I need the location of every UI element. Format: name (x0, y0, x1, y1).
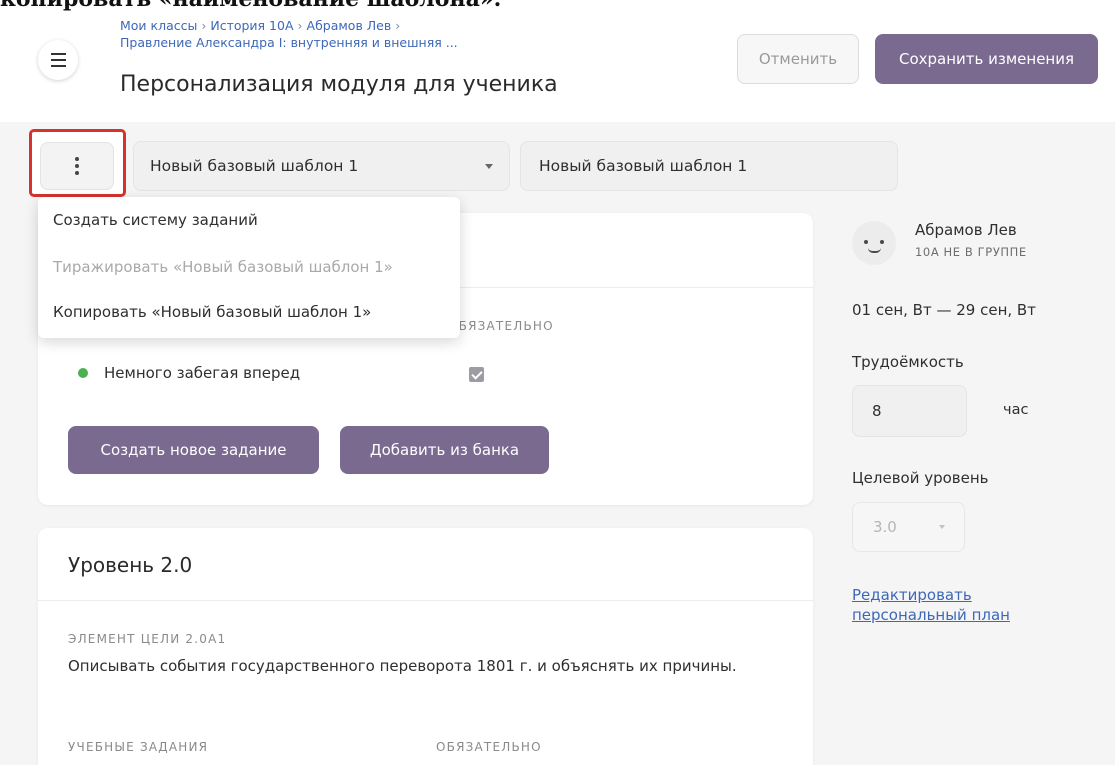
breadcrumb-separator-icon: › (297, 18, 303, 33)
breadcrumb-separator-icon: › (201, 18, 207, 33)
target-level-value: 3.0 (873, 518, 897, 536)
create-task-button[interactable]: Создать новое задание (68, 426, 319, 474)
more-options-button[interactable] (40, 142, 114, 190)
required-column-header: ОБЯЗАТЕЛЬНО (448, 319, 554, 333)
kebab-dot-icon (75, 171, 79, 175)
goal-element-label: ЭЛЕМЕНТ ЦЕЛИ 2.0А1 (68, 632, 227, 646)
breadcrumb-my-classes[interactable]: Мои классы (120, 18, 197, 33)
avatar (852, 221, 896, 265)
student-name: Абрамов Лев (915, 221, 1017, 239)
page-title: Персонализация модуля для ученика (120, 72, 558, 97)
template-select[interactable]: Новый базовый шаблон 1 (133, 141, 510, 191)
target-level-label: Целевой уровень (852, 469, 989, 487)
save-changes-button[interactable]: Сохранить изменения (875, 34, 1098, 84)
hours-unit: час (1003, 402, 1029, 418)
level-title: Уровень 2.0 (68, 553, 193, 577)
app-window: Мои классы › История 10А › Абрамов Лев › Прав… (0, 0, 1115, 765)
required-checkbox[interactable] (469, 367, 484, 382)
hours-input[interactable] (852, 385, 967, 437)
card-divider (38, 600, 813, 601)
goal-element-text: Описывать события государственного перев… (68, 657, 737, 675)
breadcrumb-student[interactable]: Абрамов Лев (307, 18, 392, 33)
task-row[interactable]: Немного забегая вперед (78, 361, 498, 385)
template-select-value: Новый базовый шаблон 1 (150, 157, 359, 175)
breadcrumb-separator-icon: › (395, 18, 401, 33)
avatar-eye-icon (864, 240, 868, 244)
breadcrumb: Мои классы › История 10А › Абрамов Лев › Прав… (120, 17, 540, 51)
menu-icon[interactable] (38, 40, 78, 80)
target-level-select: 3.0 (852, 502, 965, 552)
template-name-input[interactable] (520, 141, 898, 191)
breadcrumb-class[interactable]: История 10А (210, 18, 293, 33)
check-circle-icon (78, 368, 88, 378)
tasks-column-header: УЧЕБНЫЕ ЗАДАНИЯ (68, 740, 209, 754)
workload-label: Трудоёмкость (852, 353, 964, 371)
date-range: 01 сен, Вт — 29 сен, Вт (852, 301, 1036, 319)
student-group: 10А НЕ В ГРУППЕ (915, 245, 1027, 259)
kebab-dot-icon (75, 164, 79, 168)
document-caption: копировать «наименование шаблона». (0, 0, 501, 12)
menu-item-copy-template[interactable]: Копировать «Новый базовый шаблон 1» (53, 303, 371, 321)
breadcrumb-module[interactable]: Правление Александра I: внутренняя и вне… (120, 35, 458, 50)
required-column-header: ОБЯЗАТЕЛЬНО (436, 740, 542, 754)
avatar-eye-icon (880, 240, 884, 244)
chevron-down-icon (939, 525, 945, 529)
menu-item-create-task-system[interactable]: Создать систему заданий (53, 211, 258, 229)
menu-item-replicate-template: Тиражировать «Новый базовый шаблон 1» (53, 258, 393, 276)
add-from-bank-button[interactable]: Добавить из банка (340, 426, 549, 474)
cancel-button[interactable]: Отменить (737, 34, 859, 84)
level-card: Уровень 2.0 ЭЛЕМЕНТ ЦЕЛИ 2.0А1 Описывать… (38, 528, 813, 765)
avatar-mouth-icon (868, 248, 881, 253)
task-label: Немного забегая вперед (104, 364, 301, 382)
options-dropdown-menu: Создать систему заданий Тиражировать «Но… (38, 197, 460, 338)
kebab-dot-icon (75, 157, 79, 161)
top-bar: Мои классы › История 10А › Абрамов Лев › Прав… (0, 0, 1115, 122)
chevron-down-icon (485, 164, 493, 169)
edit-personal-plan-link[interactable]: Редактировать персональный план (852, 585, 1072, 625)
